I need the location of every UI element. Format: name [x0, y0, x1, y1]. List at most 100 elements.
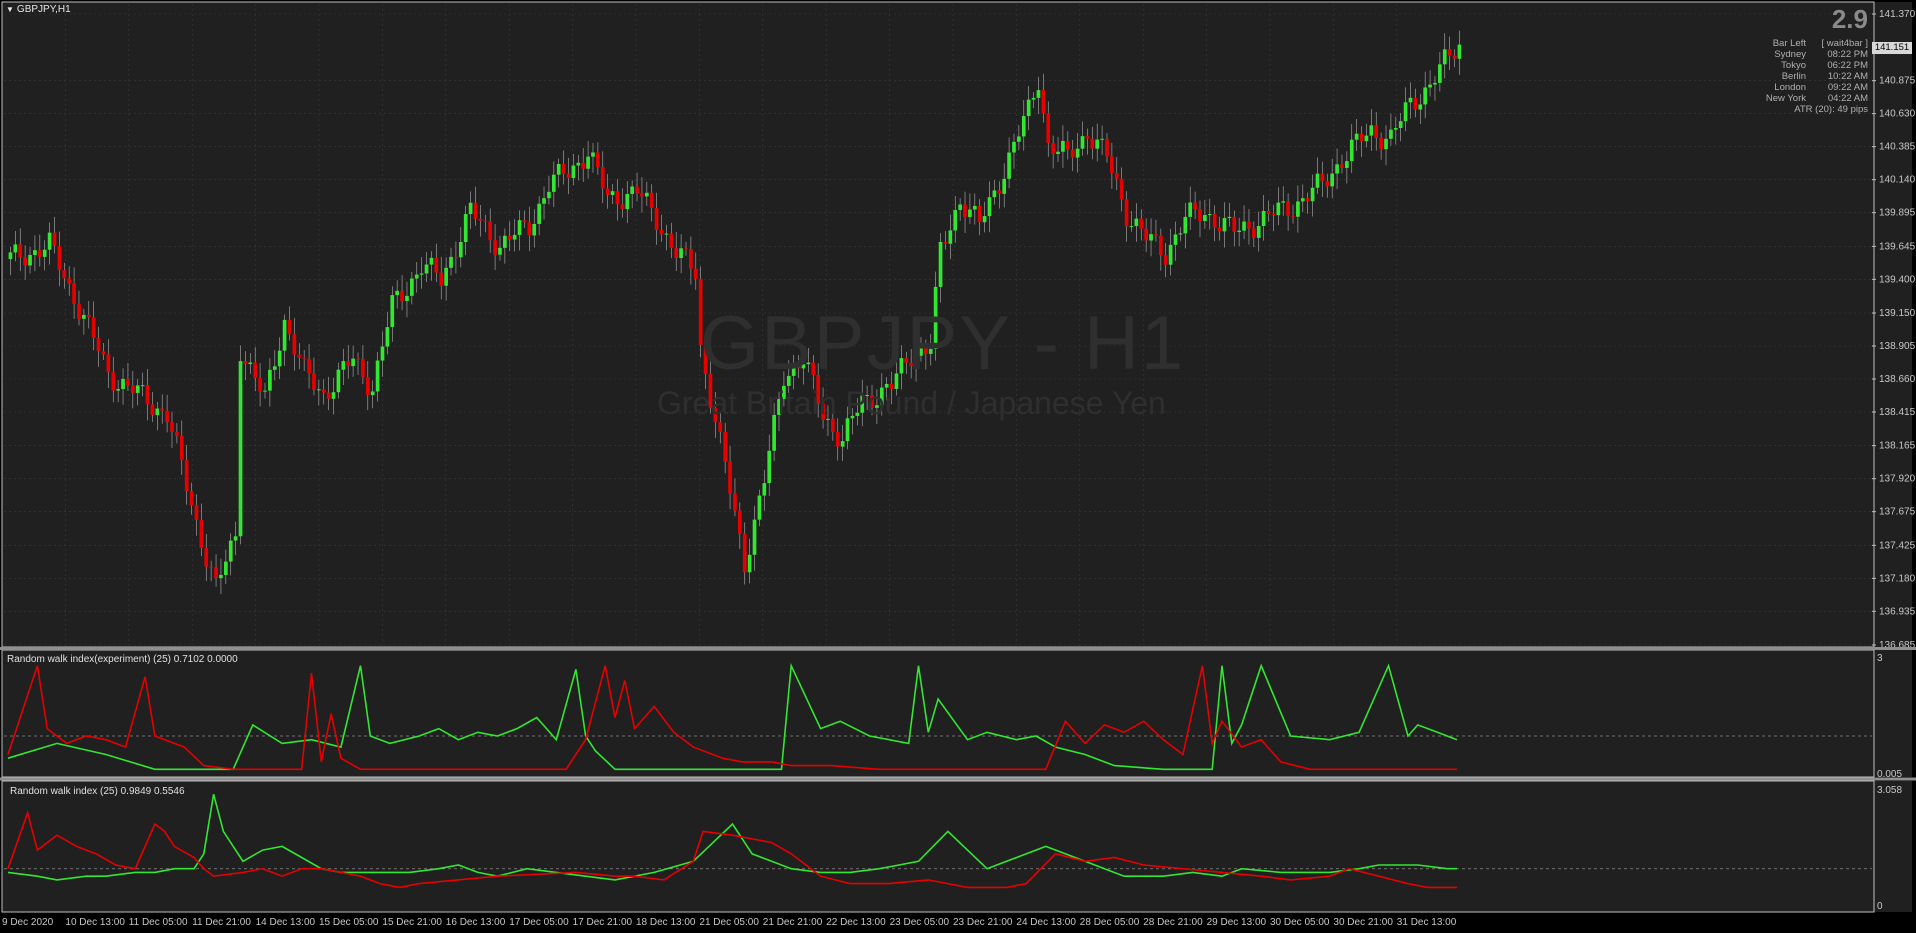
info-name: Berlin	[1781, 71, 1806, 82]
dropdown-triangle-icon[interactable]: ▼	[6, 5, 14, 14]
indicator2-title[interactable]: Random walk index (25) 0.9849 0.5546	[10, 786, 185, 797]
bear-candle	[175, 432, 179, 436]
chart-canvas[interactable]: 141.370 140.875 140.630 140.385 140.140 139.8…	[0, 0, 1916, 933]
bear-candle	[1105, 138, 1109, 157]
bear-candle	[1085, 136, 1090, 139]
info-name: London	[1774, 82, 1806, 93]
info-row: London 09:22 AM	[1726, 82, 1868, 93]
symbol-title[interactable]: ▼ GBPJPY,H1	[6, 4, 71, 15]
bull-candle	[938, 241, 943, 287]
indicator1-panel[interactable]	[2, 650, 1912, 777]
x-tick-label: 10 Dec 13:00	[65, 917, 125, 928]
bull-candle	[1061, 140, 1065, 152]
info-row: New York 04:22 AM	[1726, 93, 1868, 104]
bull-candle	[1007, 152, 1011, 179]
bull-candle	[375, 360, 380, 392]
y-tick-label: 140.630	[1879, 109, 1916, 120]
bear-candle	[473, 202, 478, 219]
bear-candle	[596, 152, 600, 168]
y-tick-label: 140.875	[1879, 76, 1916, 87]
bear-candle	[37, 250, 42, 257]
bear-candle	[1070, 149, 1075, 158]
info-row: Berlin 10:22 AM	[1726, 71, 1868, 82]
y-tick-label: 140.140	[1879, 175, 1916, 186]
bull-candle	[767, 450, 772, 484]
bear-candle	[106, 354, 111, 373]
info-value: [ wait4bar ]	[1821, 38, 1868, 49]
bull-candle	[1398, 121, 1403, 129]
time-axis[interactable]: 9 Dec 2020 10 Dec 13:00 11 Dec 05:00 11 Dec…	[2, 917, 1457, 928]
bull-candle	[1364, 135, 1369, 142]
bear-candle	[96, 338, 101, 352]
x-tick-label: 28 Dec 05:00	[1080, 917, 1140, 928]
bull-candle	[537, 203, 541, 224]
bear-candle	[72, 283, 76, 304]
bear-candle	[1119, 178, 1124, 200]
bear-candle	[361, 359, 365, 378]
x-tick-label: 14 Dec 13:00	[256, 917, 316, 928]
bull-candle	[1403, 102, 1408, 122]
bull-candle	[121, 378, 125, 390]
x-tick-label: 18 Dec 13:00	[636, 917, 696, 928]
bull-candle	[468, 202, 473, 215]
bear-candle	[1046, 113, 1051, 143]
bull-candle	[591, 152, 595, 157]
y-tick-label: 141.370	[1879, 9, 1916, 20]
bull-candle	[1075, 148, 1080, 158]
indicator2-min-label: 0	[1877, 901, 1883, 912]
bear-candle	[189, 491, 194, 506]
bull-candle	[458, 242, 463, 258]
bull-candle	[223, 561, 228, 575]
bull-candle	[13, 244, 18, 253]
bear-candle	[1139, 218, 1144, 229]
bull-candle	[414, 274, 419, 279]
atr-text: ATR (20): 49 pips	[1794, 104, 1868, 115]
bull-candle	[1330, 173, 1335, 187]
bull-candle	[1012, 141, 1016, 153]
bear-candle	[1154, 234, 1158, 236]
indicator1-title[interactable]: Random walk index(experiment) (25) 0.710…	[7, 654, 238, 665]
bear-candle	[1251, 228, 1256, 238]
bear-candle	[101, 351, 106, 355]
bear-candle	[1193, 202, 1197, 210]
bull-candle	[1369, 125, 1374, 136]
bear-candle	[145, 385, 150, 405]
bear-candle	[669, 233, 674, 248]
bull-candle	[517, 220, 522, 235]
bear-candle	[943, 241, 948, 244]
x-tick-label: 23 Dec 05:00	[890, 917, 950, 928]
x-tick-label: 21 Dec 05:00	[699, 917, 759, 928]
bull-candle	[1418, 104, 1423, 110]
bull-candle	[1335, 164, 1339, 174]
bull-candle	[1428, 84, 1432, 88]
x-tick-label: 21 Dec 21:00	[763, 917, 823, 928]
y-tick-label: 137.675	[1879, 507, 1916, 518]
bull-candle	[42, 249, 47, 257]
bull-candle	[1031, 97, 1036, 100]
info-row: Tokyo 06:22 PM	[1726, 60, 1868, 71]
bear-candle	[356, 358, 360, 360]
bull-candle	[571, 165, 576, 179]
bear-candle	[365, 377, 370, 396]
bear-candle	[478, 218, 483, 221]
bull-candle	[1036, 90, 1041, 98]
bull-candle	[28, 254, 32, 266]
bull-candle	[1438, 64, 1442, 83]
bear-candle	[600, 167, 605, 189]
bull-candle	[1256, 225, 1261, 238]
bear-candle	[307, 358, 311, 374]
bear-candle	[321, 389, 326, 393]
bull-candle	[503, 235, 507, 248]
bear-candle	[258, 377, 262, 392]
bull-candle	[33, 250, 37, 255]
bear-candle	[150, 404, 155, 416]
indicator2-panel[interactable]	[2, 781, 1912, 912]
bear-candle	[434, 257, 439, 273]
bull-candle	[272, 366, 277, 370]
bull-candle	[1315, 173, 1320, 188]
bull-candle	[380, 346, 385, 361]
bear-candle	[1114, 172, 1119, 179]
x-tick-label: 31 Dec 13:00	[1397, 917, 1457, 928]
bull-candle	[547, 191, 551, 199]
bull-candle	[762, 483, 767, 496]
